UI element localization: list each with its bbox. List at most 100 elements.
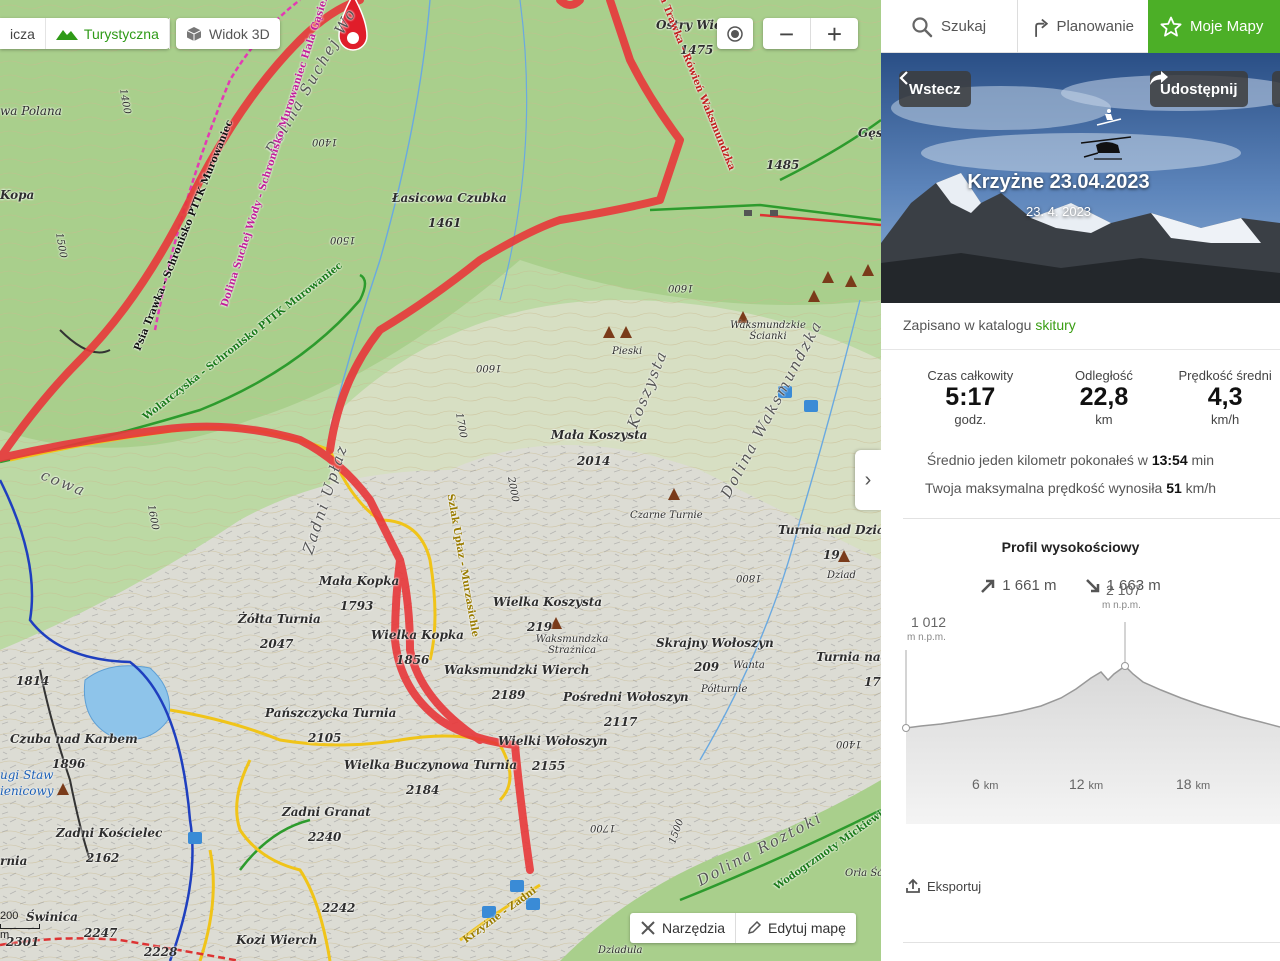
map-label: Turnia nad Dziad xyxy=(778,523,881,537)
stat-unit: godz. xyxy=(954,412,987,427)
zoom-out-button[interactable]: − xyxy=(763,18,811,49)
map-label: 2162 xyxy=(86,851,120,865)
elevation-profile-title: Profil wysokościowy xyxy=(1001,539,1140,555)
map-label: Waksmundzkie Ścianki xyxy=(730,320,806,342)
export-button[interactable]: Eksportuj xyxy=(905,878,981,894)
stat-value: 5:17 xyxy=(945,383,996,411)
star-icon xyxy=(1160,16,1182,36)
map-label: Mała Kopka xyxy=(319,574,400,588)
catalog-info: Zapisano w katalogu skitury xyxy=(881,303,1280,350)
stat-label: Czas całkowity xyxy=(927,368,1014,383)
map-label: 1485 xyxy=(766,158,800,172)
edit-map-button[interactable]: Edytuj mapę xyxy=(736,913,856,943)
map-label: Wielka Kopka xyxy=(371,628,464,642)
search-icon xyxy=(912,16,933,37)
map-label: ugi Staw xyxy=(0,768,54,782)
map-label: 1700 xyxy=(590,822,616,833)
map-layer-switcher: icza Turystyczna xyxy=(0,18,170,49)
nav-planning-label: Planowanie xyxy=(1056,18,1134,35)
back-label: Wstecz xyxy=(909,80,961,98)
max-elevation-unit: m n.p.m. xyxy=(1102,600,1141,611)
nav-search[interactable]: Szukaj xyxy=(881,0,1018,53)
sidebar: Szukaj Planowanie Moje Mapy Wstecz Udost… xyxy=(881,0,1280,961)
map-label: 1800 xyxy=(736,572,762,583)
layer-label: Turystyczna xyxy=(83,25,159,42)
tools-button[interactable]: Narzędzia xyxy=(630,913,737,943)
chevron-left-icon xyxy=(899,71,908,85)
export-label: Eksportuj xyxy=(927,878,982,894)
tick-value: 6 xyxy=(972,776,980,792)
mountain-icon xyxy=(55,29,78,40)
map-label: 19 xyxy=(823,548,840,562)
arrow-up-right-icon xyxy=(981,579,995,593)
view-3d-button[interactable]: Widok 3D xyxy=(176,18,280,49)
map-label: 2155 xyxy=(532,759,566,773)
pace-unit: min xyxy=(1191,452,1215,468)
map-label: 1600 xyxy=(476,362,502,373)
stat-label: Prędkość średni xyxy=(1178,368,1272,383)
catalog-link[interactable]: skitury xyxy=(1035,317,1075,333)
share-button[interactable]: Udostępnij xyxy=(1150,71,1248,107)
stat-value: 22,8 xyxy=(1079,383,1129,411)
tick-unit: km xyxy=(983,780,999,792)
map-label: 1461 xyxy=(428,216,462,230)
more-button[interactable] xyxy=(1272,71,1280,107)
tools-icon xyxy=(641,921,655,935)
map-label: Mała Koszysta xyxy=(551,428,648,442)
map-label: ienicowy xyxy=(0,784,54,798)
tick-value: 18 xyxy=(1176,776,1192,792)
arrow-down-right-icon xyxy=(1085,578,1099,592)
locate-icon xyxy=(727,25,743,42)
map-label: Żółta Turnia xyxy=(238,612,321,626)
distance-tick: 6 km xyxy=(972,776,998,792)
nav-planning[interactable]: Planowanie xyxy=(1018,0,1148,53)
map-label: 1896 xyxy=(52,757,86,771)
nav-my-maps[interactable]: Moje Mapy xyxy=(1148,0,1280,53)
map-label: Dziad xyxy=(827,570,856,581)
stat-unit: km xyxy=(1095,412,1113,427)
pace-text: Średnio jeden kilometr pokonałeś w xyxy=(926,452,1148,468)
turn-arrow-icon xyxy=(1035,18,1049,37)
map-label: Zadni Kościelec xyxy=(56,826,163,840)
map-label: 1856 xyxy=(396,653,430,667)
ascent-value: 1 661 m xyxy=(1002,577,1057,594)
map-label: Pośredni Wołoszyn xyxy=(563,690,689,704)
tick-unit: km xyxy=(1195,780,1211,792)
nav-search-label: Szukaj xyxy=(941,18,987,35)
map-label: Gęs xyxy=(858,126,881,140)
chevron-right-icon: › xyxy=(864,468,872,491)
max-speed-unit: km/h xyxy=(1185,480,1217,496)
layer-button-tourist[interactable]: Turystyczna xyxy=(46,18,170,49)
back-button[interactable]: Wstecz xyxy=(899,71,971,107)
map-label: Czarne Turnie xyxy=(630,510,703,521)
max-speed-line: Twoja maksymalna prędkość wynosiła 51 km… xyxy=(881,474,1260,502)
map-label: 2014 xyxy=(577,454,611,468)
collapse-sidebar-button[interactable]: › xyxy=(855,450,881,510)
tools-label: Narzędzia xyxy=(662,920,726,936)
start-elevation: 1 012 xyxy=(911,614,947,630)
tick-value: 12 xyxy=(1069,776,1085,792)
map-label: 2228 xyxy=(144,945,178,959)
stat-total-time: Czas całkowity 5:17 godz. xyxy=(903,368,1038,430)
locate-button[interactable] xyxy=(717,18,753,49)
scale-label: 200 xyxy=(0,910,19,922)
map-label: 1400 xyxy=(836,738,862,749)
map-label: rnia xyxy=(0,854,28,868)
layer-button-partial[interactable]: icza xyxy=(0,18,46,49)
map-terrain xyxy=(0,0,881,961)
map-canvas[interactable]: Ostry Wie 1475 1485 Gęs Łasicowa Czubka … xyxy=(0,0,881,961)
top-navigation: Szukaj Planowanie Moje Mapy xyxy=(881,0,1280,53)
map-label: 2240 xyxy=(308,830,342,844)
elevation-chart[interactable]: 1 012 m n.p.m. 2 107 m n.p.m. 6 km 12 km… xyxy=(881,582,1280,824)
zoom-in-button[interactable]: + xyxy=(811,18,858,49)
track-stats: Czas całkowity 5:17 godz. Odległość 22,8… xyxy=(881,350,1280,430)
map-label: Pańszczycka Turnia xyxy=(265,706,397,720)
export-icon xyxy=(906,878,920,893)
map-label: Wielka Buczynowa Turnia xyxy=(344,758,518,772)
layer-label: icza xyxy=(10,25,35,42)
pace-line: Średnio jeden kilometr pokonałeś w 13:54… xyxy=(881,446,1260,474)
zoom-control: − + xyxy=(763,18,858,49)
map-label: 1793 xyxy=(340,599,374,613)
map-label: Wielka Koszysta xyxy=(493,595,603,609)
elevation-totals: 1 661 m 1 663 m xyxy=(881,555,1280,594)
